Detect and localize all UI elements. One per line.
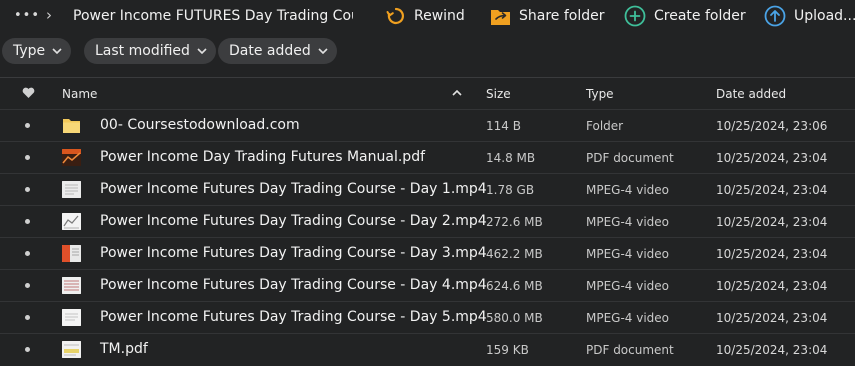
video-thumbnail-icon [62,181,81,198]
file-name: Power Income Futures Day Trading Course … [100,245,487,261]
file-name: Power Income Futures Day Trading Course … [100,181,487,197]
filter-last-modified[interactable]: Last modified [84,38,216,64]
rewind-label: Rewind [414,8,465,24]
file-row[interactable]: Power Income Futures Day Trading Course … [0,173,855,205]
file-name: Power Income Futures Day Trading Course … [100,277,487,293]
file-date-added: 10/25/2024, 23:06 [716,119,828,133]
video-thumbnail-icon [62,213,81,230]
file-type: MPEG-4 video [586,247,670,261]
file-name: Power Income Futures Day Trading Course … [100,309,487,325]
file-type: PDF document [586,343,674,357]
video-thumbnail-icon [62,245,81,262]
top-toolbar: ••• › Power Income FUTURES Day Trading C… [0,0,855,32]
file-row[interactable]: Power Income Futures Day Trading Course … [0,269,855,301]
file-date-added: 10/25/2024, 23:04 [716,279,828,293]
row-bullet [25,155,30,160]
filter-type[interactable]: Type [2,38,72,64]
chevron-right-icon: › [46,6,52,24]
chevron-down-icon [318,48,328,54]
file-name: TM.pdf [100,341,148,357]
column-name[interactable]: Name [62,87,97,101]
video-thumbnail-icon [62,309,81,326]
row-bullet [25,347,30,352]
file-size: 624.6 MB [486,279,543,293]
row-bullet [25,251,30,256]
file-size: 580.0 MB [486,311,543,325]
file-type: MPEG-4 video [586,215,670,229]
file-row[interactable]: Power Income Futures Day Trading Course … [0,237,855,269]
file-name: Power Income Futures Day Trading Course … [100,213,487,229]
file-size: 1.78 GB [486,183,535,197]
file-size: 462.2 MB [486,247,543,261]
file-row[interactable]: 00- Coursestodownload.com 114 B Folder 1… [0,109,855,141]
file-date-added: 10/25/2024, 23:04 [716,151,828,165]
column-size[interactable]: Size [486,87,511,101]
file-size: 114 B [486,119,521,133]
file-type: MPEG-4 video [586,279,670,293]
share-folder-button[interactable]: Share folder [490,4,605,28]
file-row[interactable]: TM.pdf 159 KB PDF document 10/25/2024, 2… [0,333,855,365]
file-type: MPEG-4 video [586,183,670,197]
file-date-added: 10/25/2024, 23:04 [716,183,828,197]
upload-icon [764,5,786,27]
chevron-down-icon [197,48,207,54]
filter-date-added[interactable]: Date added [218,38,337,64]
upload-label: Upload... [794,8,855,24]
file-date-added: 10/25/2024, 23:04 [716,343,828,357]
file-size: 272.6 MB [486,215,543,229]
more-options-button[interactable]: ••• [14,8,39,24]
filter-date-added-label: Date added [229,43,311,59]
file-row[interactable]: Power Income Futures Day Trading Course … [0,205,855,237]
row-bullet [25,315,30,320]
file-name: 00- Coursestodownload.com [100,117,300,133]
pdf-thumbnail-icon [62,149,81,166]
breadcrumb-current-folder[interactable]: Power Income FUTURES Day Trading Cou... [73,7,353,25]
create-folder-button[interactable]: Create folder [624,4,746,28]
file-date-added: 10/25/2024, 23:04 [716,215,828,229]
create-folder-label: Create folder [654,8,746,24]
file-date-added: 10/25/2024, 23:04 [716,247,828,261]
file-size: 14.8 MB [486,151,536,165]
upload-button[interactable]: Upload... [764,4,855,28]
column-date-added[interactable]: Date added [716,87,786,101]
row-bullet [25,219,30,224]
share-folder-icon [491,9,510,25]
file-name: Power Income Day Trading Futures Manual.… [100,149,426,165]
row-bullet [25,187,30,192]
filter-type-label: Type [13,43,46,59]
plus-circle-icon [624,5,646,27]
folder-icon [63,119,80,133]
sort-ascending-icon[interactable] [452,90,462,96]
share-folder-label: Share folder [519,8,605,24]
filter-last-modified-label: Last modified [95,43,190,59]
file-row[interactable]: Power Income Day Trading Futures Manual.… [0,141,855,173]
file-date-added: 10/25/2024, 23:04 [716,311,828,325]
file-type: Folder [586,119,624,133]
file-list-header: Name Size Type Date added [0,78,855,110]
chevron-down-icon [52,48,62,54]
file-type: MPEG-4 video [586,311,670,325]
pdf-thumbnail-icon [62,341,81,358]
row-bullet [25,123,30,128]
rewind-button[interactable]: Rewind [386,4,465,28]
rewind-icon [386,7,404,25]
file-row[interactable]: Power Income Futures Day Trading Course … [0,301,855,333]
heart-icon[interactable] [22,87,35,99]
file-size: 159 KB [486,343,529,357]
column-type[interactable]: Type [586,87,614,101]
file-type: PDF document [586,151,674,165]
row-bullet [25,283,30,288]
video-thumbnail-icon [62,277,81,294]
